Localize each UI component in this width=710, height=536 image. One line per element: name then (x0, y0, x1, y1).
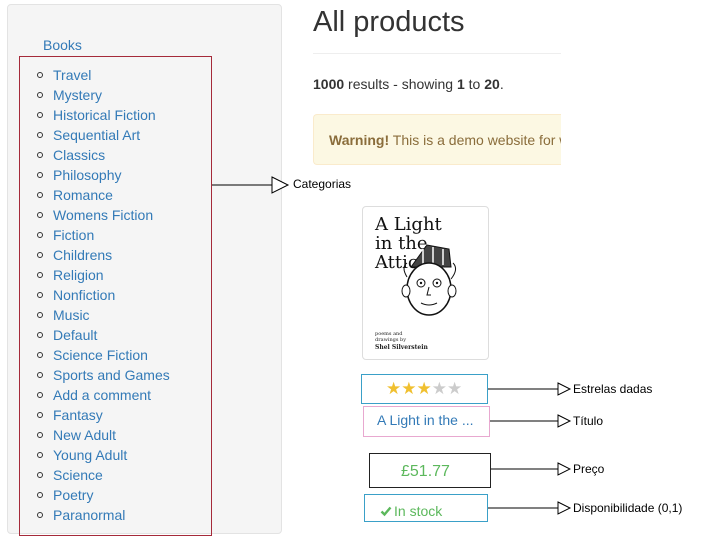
results-middle-text: results - showing (344, 76, 457, 92)
category-item[interactable]: Childrens (20, 245, 170, 265)
product-title-link[interactable]: A Light in the ... (377, 412, 474, 428)
category-item[interactable]: Science (20, 465, 170, 485)
category-item[interactable]: Poetry (20, 485, 170, 505)
category-link[interactable]: Sports and Games (53, 367, 170, 383)
star-rating: ★★★★★ (386, 379, 462, 399)
stars-label: Estrelas dadas (573, 382, 653, 396)
category-item[interactable]: Religion (20, 265, 170, 285)
title-divider (313, 53, 561, 54)
category-link[interactable]: Historical Fiction (53, 107, 156, 123)
category-link[interactable]: Philosophy (53, 167, 122, 183)
category-link[interactable]: Fantasy (53, 407, 103, 423)
categories-annotation-box: Travel Mystery Historical Fiction Sequentia… (19, 56, 212, 536)
availability-arrow-icon (488, 501, 572, 515)
category-link[interactable]: Religion (53, 267, 104, 283)
category-list: Travel Mystery Historical Fiction Sequentia… (20, 65, 170, 525)
availability-label: Disponibilidade (0,1) (573, 501, 683, 515)
star-empty-icon: ★ (431, 379, 447, 398)
cover-author: Shel Silverstein (375, 344, 428, 351)
results-total: 1000 (313, 76, 345, 92)
results-to-word: to (464, 76, 485, 92)
price-arrow-icon (491, 462, 571, 476)
star-filled-icon: ★ (416, 379, 432, 398)
category-link[interactable]: Travel (53, 67, 91, 83)
check-icon (380, 506, 392, 517)
categories-label: Categorias (293, 177, 352, 191)
category-item[interactable]: Philosophy (20, 165, 170, 185)
category-item[interactable]: Add a comment (20, 385, 170, 405)
category-link[interactable]: Science (53, 467, 103, 483)
star-filled-icon: ★ (401, 379, 417, 398)
title-label: Título (573, 414, 604, 428)
category-link[interactable]: Womens Fiction (53, 207, 153, 223)
categories-arrow-icon (212, 176, 290, 194)
results-end: . (499, 76, 504, 92)
category-item[interactable]: Science Fiction (20, 345, 170, 365)
warning-strong: Warning! (329, 132, 390, 148)
category-item[interactable]: Travel (20, 65, 170, 85)
category-item[interactable]: Classics (20, 145, 170, 165)
cover-illustration (401, 244, 457, 316)
results-from: 1 (456, 76, 465, 92)
category-link[interactable]: Default (53, 327, 97, 343)
category-item[interactable]: Womens Fiction (20, 205, 170, 225)
category-link[interactable]: Young Adult (53, 447, 127, 463)
category-item[interactable]: Nonfiction (20, 285, 170, 305)
category-item[interactable]: Fantasy (20, 405, 170, 425)
star-filled-icon: ★ (386, 379, 402, 398)
category-link[interactable]: Sequential Art (53, 127, 140, 143)
page-title: All products (313, 6, 465, 38)
warning-alert: Warning! This is a demo website for w (313, 114, 561, 165)
category-link[interactable]: Classics (53, 147, 105, 163)
sidebar-books-link[interactable]: Books (43, 37, 82, 53)
category-link[interactable]: Music (53, 307, 90, 323)
category-link[interactable]: Romance (53, 187, 113, 203)
category-link[interactable]: New Adult (53, 427, 116, 443)
category-item[interactable]: Romance (20, 185, 170, 205)
cover-subtitle: poems and drawings by (375, 331, 407, 343)
category-link[interactable]: Poetry (53, 487, 93, 503)
category-link[interactable]: Paranormal (53, 507, 125, 523)
category-item[interactable]: Paranormal (20, 505, 170, 525)
stars-arrow-icon (488, 382, 572, 396)
category-link[interactable]: Childrens (53, 247, 112, 263)
category-item[interactable]: Young Adult (20, 445, 170, 465)
category-link[interactable]: Nonfiction (53, 287, 115, 303)
title-arrow-icon (490, 414, 572, 428)
category-item[interactable]: Sequential Art (20, 125, 170, 145)
results-to: 20 (484, 76, 500, 92)
results-summary: 1000 results - showing 1 to 20. (313, 76, 504, 92)
category-link[interactable]: Fiction (53, 227, 94, 243)
category-item[interactable]: Fiction (20, 225, 170, 245)
warning-alert-text: Warning! This is a demo website for w (329, 132, 561, 148)
product-price: £51.77 (401, 463, 450, 480)
category-item[interactable]: Historical Fiction (20, 105, 170, 125)
category-item[interactable]: Music (20, 305, 170, 325)
category-item[interactable]: Mystery (20, 85, 170, 105)
price-label: Preço (573, 462, 605, 476)
category-item[interactable]: New Adult (20, 425, 170, 445)
warning-message: This is a demo website for w (389, 132, 561, 148)
category-link[interactable]: Add a comment (53, 387, 151, 403)
availability-status: In stock (394, 503, 443, 519)
product-thumbnail[interactable]: A Light in the Attic poems and drawings … (362, 206, 489, 360)
star-empty-icon: ★ (447, 379, 463, 398)
category-link[interactable]: Mystery (53, 87, 102, 103)
category-item[interactable]: Sports and Games (20, 365, 170, 385)
category-item[interactable]: Default (20, 325, 170, 345)
category-link[interactable]: Science Fiction (53, 347, 148, 363)
